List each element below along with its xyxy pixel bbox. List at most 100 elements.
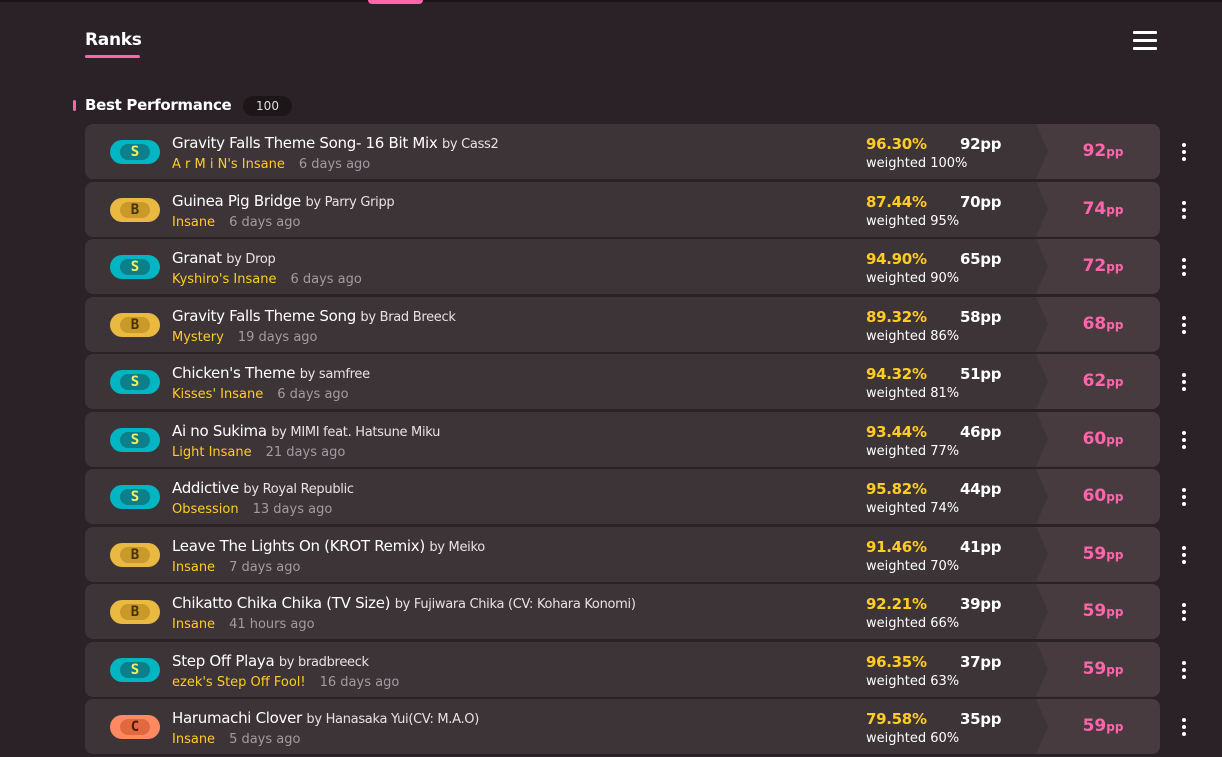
beatmap-title-line[interactable]: Chikatto Chika Chika (TV Size) by Fujiwa… [172, 594, 636, 612]
beatmap-title-line[interactable]: Leave The Lights On (KROT Remix) by Meik… [172, 537, 485, 555]
rank-grade-letter: B [120, 316, 150, 333]
difficulty-line: Insane 7 days ago [172, 560, 300, 575]
beatmap-title-line[interactable]: Gravity Falls Theme Song by Brad Breeck [172, 307, 456, 325]
difficulty-line: Kyshiro's Insane 6 days ago [172, 272, 362, 287]
score-card[interactable]: S Granat by Drop Kyshiro's Insane 6 days … [85, 239, 1160, 294]
beatmap-title-line[interactable]: Step Off Playa by bradbreeck [172, 652, 369, 670]
score-row[interactable]: S Chicken's Theme by samfree Kisses' Ins… [85, 354, 1210, 409]
raw-pp: 92pp [960, 135, 1002, 153]
score-card[interactable]: B Chikatto Chika Chika (TV Size) by Fuji… [85, 584, 1160, 639]
more-options-icon[interactable] [1182, 143, 1186, 161]
accuracy: 96.35% [866, 652, 927, 671]
score-row[interactable]: B Guinea Pig Bridge by Parry Gripp Insan… [85, 181, 1210, 237]
beatmap-title[interactable]: Leave The Lights On (KROT Remix) [172, 537, 425, 555]
more-options-icon[interactable] [1182, 660, 1186, 679]
tab-ranks[interactable]: Ranks [85, 30, 142, 50]
time-ago: 7 days ago [229, 559, 301, 575]
weighted-pp-value: 92 [1082, 141, 1107, 161]
weighted-percentage: weighted 77% [866, 443, 960, 459]
score-card[interactable]: S Ai no Sukima by MIMI feat. Hatsune Mik… [85, 411, 1160, 467]
score-row[interactable]: C Harumachi Clover by Hanasaka Yui(CV: M… [85, 699, 1210, 754]
score-row[interactable]: S Addictive by Royal Republic Obsession 1… [85, 469, 1210, 524]
beatmap-title[interactable]: Harumachi Clover [172, 709, 302, 727]
beatmap-title-line[interactable]: Guinea Pig Bridge by Parry Gripp [172, 192, 395, 210]
weighted-pp: 92pp [1036, 141, 1160, 161]
rank-grade-badge: B [110, 312, 160, 337]
beatmap-title-line[interactable]: Granat by Drop [172, 249, 276, 267]
beatmap-title[interactable]: Step Off Playa [172, 652, 275, 670]
score-row[interactable]: S Step Off Playa by bradbreeck ezek's St… [85, 641, 1210, 697]
rank-grade-letter: C [120, 719, 150, 735]
weighted-pp-unit: pp [1106, 605, 1124, 619]
weighted-percentage: weighted 86% [866, 328, 960, 344]
score-row[interactable]: S Gravity Falls Theme Song- 16 Bit Mix b… [85, 124, 1210, 179]
beatmap-title[interactable]: Gravity Falls Theme Song- 16 Bit Mix [172, 134, 438, 152]
difficulty-name: Light Insane [172, 444, 252, 460]
score-card[interactable]: B Leave The Lights On (KROT Remix) by Me… [85, 526, 1160, 582]
score-card[interactable]: C Harumachi Clover by Hanasaka Yui(CV: M… [85, 699, 1160, 754]
beatmap-artist: by Fujiwara Chika (CV: Kohara Konomi) [394, 597, 636, 612]
raw-pp: 58pp [960, 307, 1002, 326]
score-card[interactable]: S Chicken's Theme by samfree Kisses' Ins… [85, 354, 1160, 409]
score-card[interactable]: S Step Off Playa by bradbreeck ezek's St… [85, 641, 1160, 697]
section-marker [73, 100, 76, 111]
beatmap-title[interactable]: Addictive [172, 479, 239, 497]
more-options-icon[interactable] [1182, 488, 1186, 506]
accuracy: 91.46% [866, 537, 927, 556]
score-row[interactable]: B Gravity Falls Theme Song by Brad Breec… [85, 296, 1210, 352]
weighted-pp-unit: pp [1106, 662, 1124, 677]
more-options-icon[interactable] [1182, 315, 1186, 334]
score-card[interactable]: S Gravity Falls Theme Song- 16 Bit Mix b… [85, 124, 1160, 179]
weighted-pp-value: 62 [1082, 371, 1107, 391]
score-row[interactable]: S Ai no Sukima by MIMI feat. Hatsune Mik… [85, 411, 1210, 467]
score-row[interactable]: B Leave The Lights On (KROT Remix) by Me… [85, 526, 1210, 582]
beatmap-title-line[interactable]: Ai no Sukima by MIMI feat. Hatsune Miku [172, 422, 440, 440]
score-card[interactable]: S Addictive by Royal Republic Obsession 1… [85, 469, 1160, 524]
beatmap-artist: by Parry Gripp [305, 194, 395, 210]
score-row[interactable]: B Chikatto Chika Chika (TV Size) by Fuji… [85, 584, 1210, 639]
more-options-icon[interactable] [1182, 200, 1186, 219]
score-card[interactable]: B Gravity Falls Theme Song by Brad Breec… [85, 296, 1160, 352]
difficulty-line: Insane 41 hours ago [172, 617, 315, 632]
beatmap-artist: by samfree [299, 367, 370, 382]
accuracy: 93.44% [866, 422, 927, 441]
more-options-icon[interactable] [1182, 718, 1186, 736]
beatmap-title[interactable]: Chikatto Chika Chika (TV Size) [172, 594, 391, 612]
weighted-percentage: weighted 66% [866, 616, 960, 631]
beatmap-title-line[interactable]: Chicken's Theme by samfree [172, 364, 370, 382]
weighted-pp: 62pp [1036, 371, 1160, 391]
rank-grade-letter: B [120, 604, 150, 620]
time-ago: 19 days ago [237, 329, 318, 345]
beatmap-title[interactable]: Ai no Sukima [172, 422, 267, 440]
difficulty-line: Insane 6 days ago [172, 215, 300, 230]
rank-grade-letter: S [120, 374, 150, 390]
score-row[interactable]: S Granat by Drop Kyshiro's Insane 6 days … [85, 239, 1210, 294]
top-border [0, 0, 1222, 2]
score-card[interactable]: B Guinea Pig Bridge by Parry Gripp Insan… [85, 181, 1160, 237]
beatmap-artist: by Meiko [429, 539, 485, 555]
hamburger-menu-icon[interactable] [1133, 31, 1157, 51]
more-options-icon[interactable] [1182, 430, 1186, 449]
active-nav-indicator [368, 0, 423, 4]
beatmap-title-line[interactable]: Addictive by Royal Republic [172, 479, 354, 497]
weighted-pp-value: 60 [1082, 486, 1107, 506]
beatmap-title[interactable]: Granat [172, 249, 222, 267]
difficulty-line: Light Insane 21 days ago [172, 445, 345, 460]
weighted-percentage: weighted 63% [866, 673, 960, 689]
rank-grade-badge: B [110, 197, 160, 222]
weighted-pp: 68pp [1036, 314, 1160, 334]
rank-grade-badge: C [110, 715, 160, 739]
beatmap-title[interactable]: Gravity Falls Theme Song [172, 307, 356, 325]
beatmap-title-line[interactable]: Harumachi Clover by Hanasaka Yui(CV: M.A… [172, 709, 479, 727]
beatmap-title[interactable]: Chicken's Theme [172, 364, 296, 382]
beatmap-title-line[interactable]: Gravity Falls Theme Song- 16 Bit Mix by … [172, 134, 499, 152]
beatmap-title[interactable]: Guinea Pig Bridge [172, 192, 301, 210]
raw-pp: 39pp [960, 595, 1002, 613]
more-options-icon[interactable] [1182, 603, 1186, 621]
beatmap-artist: by bradbreeck [278, 654, 369, 670]
weighted-pp: 59pp [1036, 544, 1160, 564]
more-options-icon[interactable] [1182, 545, 1186, 564]
weighted-pp-unit: pp [1106, 547, 1124, 562]
more-options-icon[interactable] [1182, 258, 1186, 276]
more-options-icon[interactable] [1182, 373, 1186, 391]
